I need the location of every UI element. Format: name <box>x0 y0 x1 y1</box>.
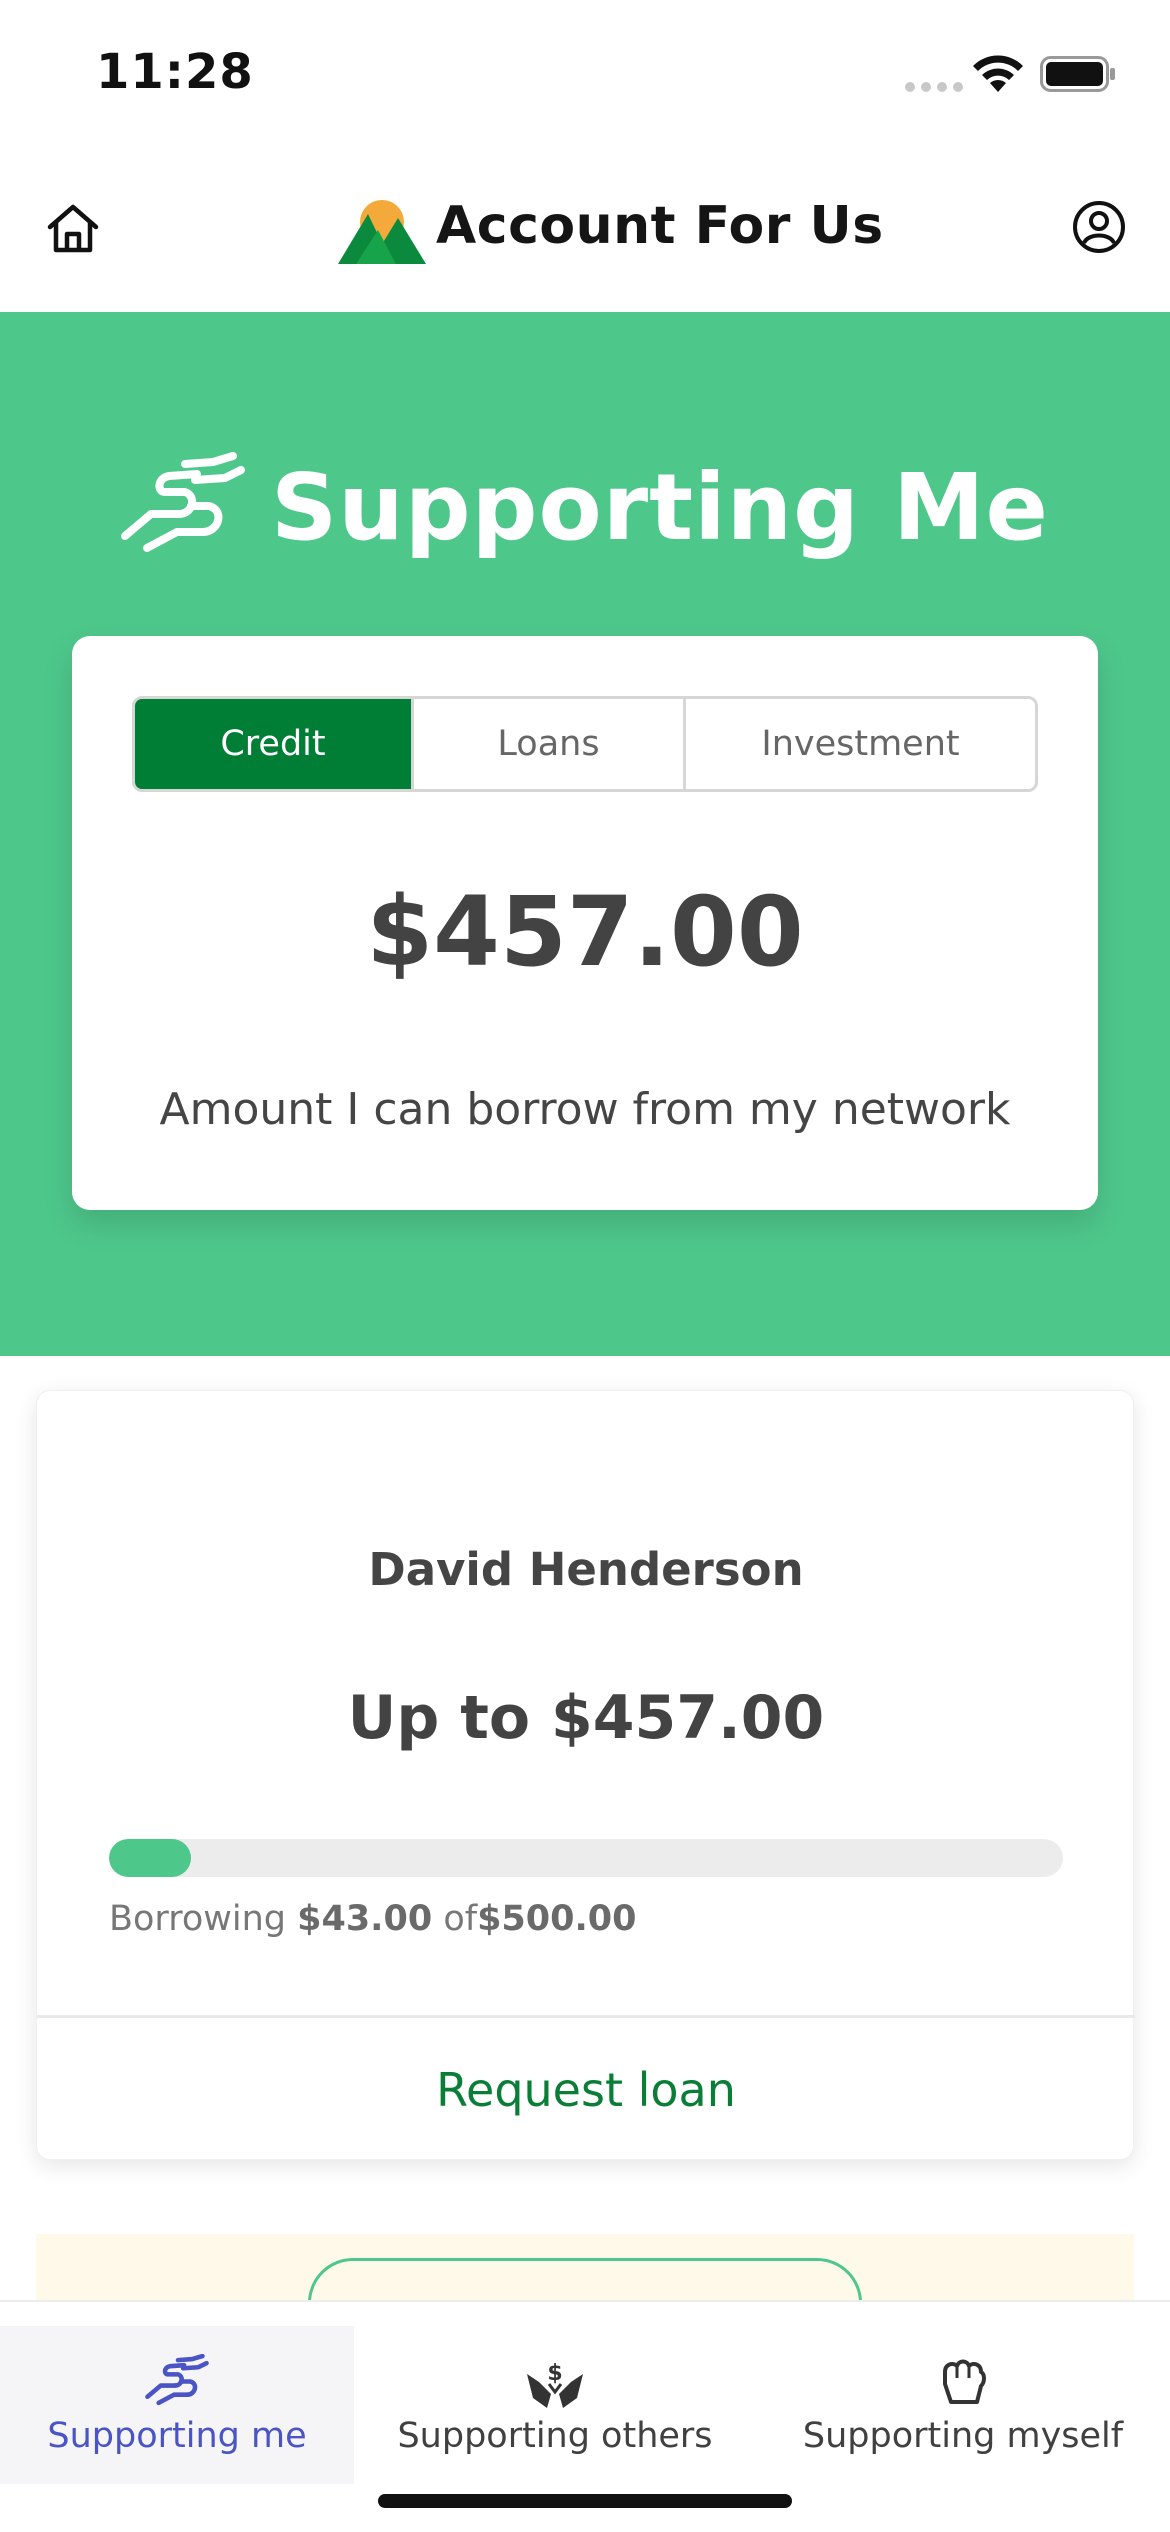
status-bar: 11:28 <box>0 0 1170 150</box>
request-loan-button[interactable]: Request loan <box>37 2019 1135 2161</box>
summary-card: Credit Loans Investment $457.00 Amount I… <box>72 636 1098 1210</box>
borrowing-progress-bar <box>109 1839 1063 1877</box>
fist-icon <box>943 2359 986 2404</box>
available-credit-caption: Amount I can borrow from my network <box>159 1084 1011 1135</box>
svg-text:$: $ <box>547 2361 562 2386</box>
handshake-icon <box>121 452 246 552</box>
tab-supporting-others[interactable]: $ Supporting others <box>354 2326 756 2484</box>
app-name: Account For Us <box>436 196 884 256</box>
giving-hands-icon: $ <box>527 2361 583 2408</box>
tab-loans[interactable]: Loans <box>411 699 683 789</box>
borrowing-summary: Borrowing $43.00 of$500.00 <box>109 1899 637 1939</box>
tab-investment[interactable]: Investment <box>683 699 1035 789</box>
hero-title-text: Supporting Me <box>271 453 1049 561</box>
borrowed-amount: $43.00 <box>297 1899 433 1939</box>
borrowing-progress-fill <box>109 1839 192 1877</box>
tab-supporting-me-label: Supporting me <box>47 2416 307 2456</box>
tab-supporting-me[interactable]: Supporting me <box>0 2326 354 2484</box>
borrowing-of: of <box>443 1899 478 1939</box>
lender-limit: Up to $457.00 <box>347 1683 825 1753</box>
battery-icon <box>1040 56 1115 92</box>
wifi-icon <box>973 55 1023 92</box>
handshake-icon <box>145 2354 209 2406</box>
tab-supporting-myself-label: Supporting myself <box>802 2416 1124 2456</box>
status-time: 11:28 <box>96 44 254 100</box>
app-screen: 11:28 Account For Us Supporting Me Credi… <box>0 0 1170 2532</box>
profile-icon[interactable] <box>1072 200 1126 254</box>
mountain-sun-logo <box>338 200 426 264</box>
borrowing-total: $500.00 <box>477 1899 637 1939</box>
supporting-me-hero: Supporting Me Credit Loans Investment $4… <box>0 312 1170 1356</box>
tab-supporting-others-label: Supporting others <box>397 2416 713 2456</box>
card-divider <box>37 2015 1135 2018</box>
app-header: Account For Us <box>0 150 1170 312</box>
home-icon[interactable] <box>44 200 102 258</box>
segmented-control: Credit Loans Investment <box>132 696 1038 792</box>
borrowing-prefix: Borrowing <box>109 1899 286 1939</box>
tab-supporting-myself[interactable]: Supporting myself <box>756 2326 1170 2484</box>
tab-credit[interactable]: Credit <box>135 699 411 789</box>
brand: Account For Us <box>338 186 884 266</box>
cellular-signal-icon <box>905 82 963 92</box>
available-credit-amount: $457.00 <box>366 876 804 988</box>
lender-card: David Henderson Up to $457.00 Borrowing … <box>36 1390 1135 2161</box>
page-title: Supporting Me <box>0 452 1170 562</box>
home-indicator <box>378 2494 792 2508</box>
lender-name: David Henderson <box>368 1543 804 1596</box>
